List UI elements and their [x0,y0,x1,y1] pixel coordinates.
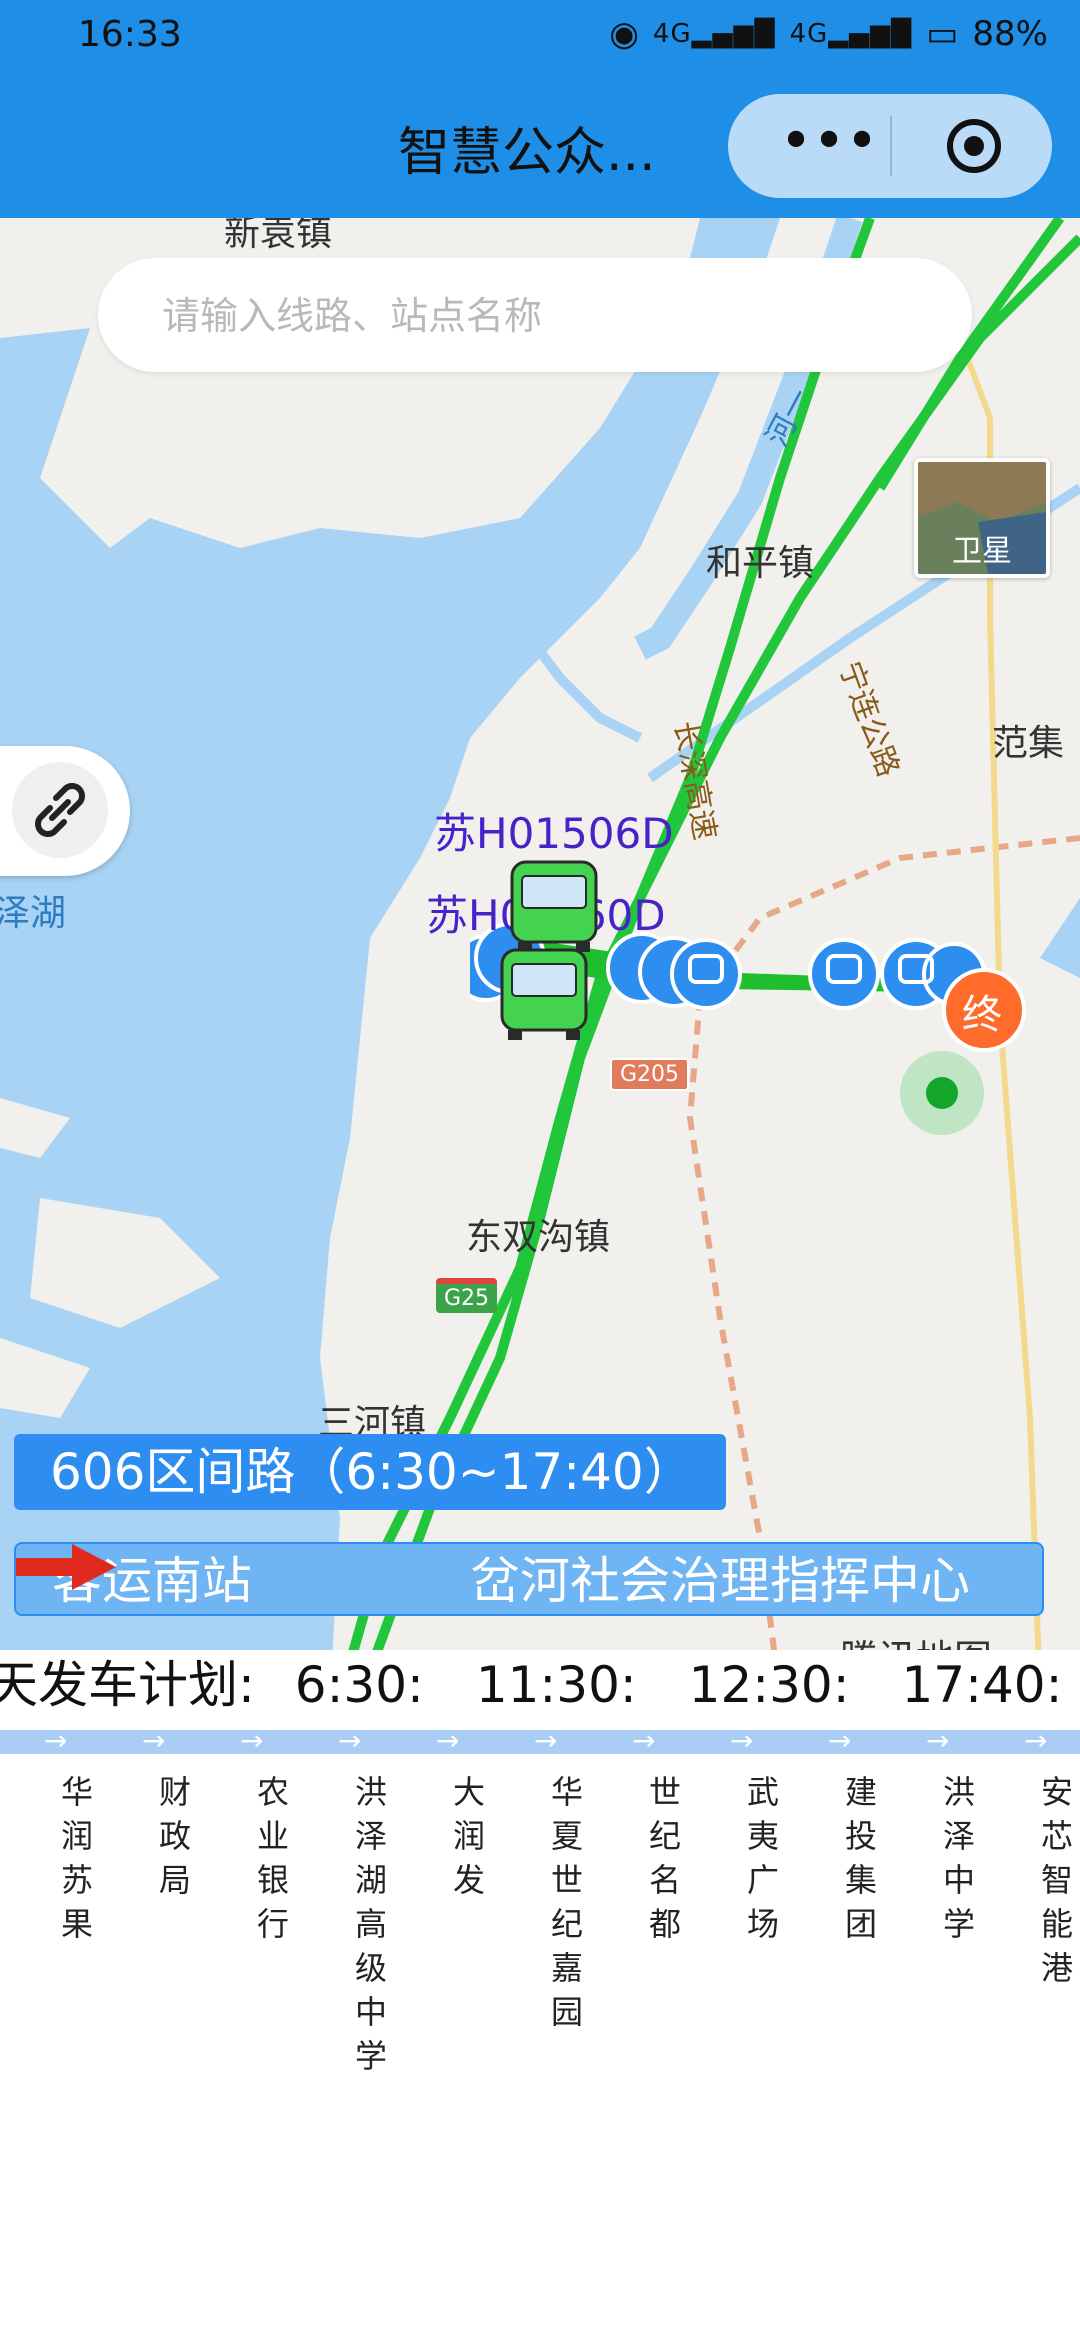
battery-icon: ▭ [926,14,959,54]
plan-time: 12:30: [688,1656,850,1714]
location-icon: ◉ [609,14,639,54]
satellite-label: 卫星 [952,534,1012,569]
app-header: 智慧公众... ••• [0,74,1080,218]
stop-item[interactable]: 洪泽中学 [924,1770,994,1946]
place-label: 和平镇 [706,543,815,584]
direction-to: 岔河社会治理指挥中心 [470,1552,970,1610]
bus-icon[interactable] [508,858,600,954]
place-label: 新袁镇 [224,218,333,254]
stop-item[interactable]: 建投集团 [826,1770,896,1946]
search-input[interactable] [160,258,944,374]
stop-item[interactable]: 武夷广场 [728,1770,798,1946]
stop-item[interactable]: 世纪名都 [630,1770,700,1946]
highway-shield-g25: G25 [436,1278,498,1313]
stop-item[interactable]: 华润苏果 [42,1770,112,1946]
status-time: 16:33 [78,14,182,55]
plan-time: 6:30: [294,1656,424,1714]
bus-plate-label: 苏H01506D [434,809,674,858]
search-box[interactable] [98,258,972,374]
route-name-banner: 606区间路（6:30~17:40） [14,1434,726,1510]
plan-time: 17:40: [901,1656,1063,1714]
place-label: 范集 [992,723,1065,764]
battery-percent: 88% [972,14,1048,54]
place-label: 东双沟镇 [466,1217,611,1258]
direction-banner[interactable]: 客运南站 岔河社会治理指挥中心 [14,1542,1044,1616]
share-link-button[interactable] [0,746,130,876]
plan-label: 天发车计划: [0,1656,255,1714]
status-bar: 16:33 ◉ 4G▂▄▆█ 4G▂▄▆█ ▭ 88% [0,0,1080,74]
place-label: 泽湖 [0,893,67,934]
signal-icon-2: 4G▂▄▆█ [789,19,913,49]
route-direction-strip: → → → → → → → → → → → [0,1724,1080,1757]
stop-item[interactable]: 财政局 [140,1770,210,1902]
stop-item[interactable]: 安芯智能港 [1022,1770,1080,1990]
stop-item[interactable]: 大润发 [434,1770,504,1902]
bus-icon[interactable] [498,946,590,1042]
page-title: 智慧公众... [398,123,656,183]
capsule-divider [890,116,892,176]
plan-time: 11:30: [475,1656,637,1714]
close-target-icon[interactable] [944,116,1004,176]
mini-program-capsule: ••• [728,94,1052,198]
departure-plan: 天发车计划: 6:30: 11:30: 12:30: 17:40: [0,1650,1080,1720]
more-button[interactable]: ••• [774,114,884,170]
signal-icon: 4G▂▄▆█ [652,19,776,49]
arrow-right-icon [16,1544,116,1590]
status-icons: ◉ 4G▂▄▆█ 4G▂▄▆█ ▭ 88% [609,14,1048,54]
highway-shield-g205: G205 [610,1058,690,1091]
terminal-label: 终 [962,992,1002,1038]
satellite-toggle[interactable]: 卫星 [914,458,1050,578]
stop-item[interactable]: 农业银行 [238,1770,308,1946]
map-view[interactable]: 新袁镇 和平镇 范集 泽湖 东双沟镇 三河镇 河一 长深高速 宁连公路 G205… [0,218,1080,1698]
stop-item[interactable]: 洪泽湖高级中学 [336,1770,406,2078]
link-icon [12,762,108,858]
stop-item[interactable]: 华夏世纪嘉园 [532,1770,602,2034]
